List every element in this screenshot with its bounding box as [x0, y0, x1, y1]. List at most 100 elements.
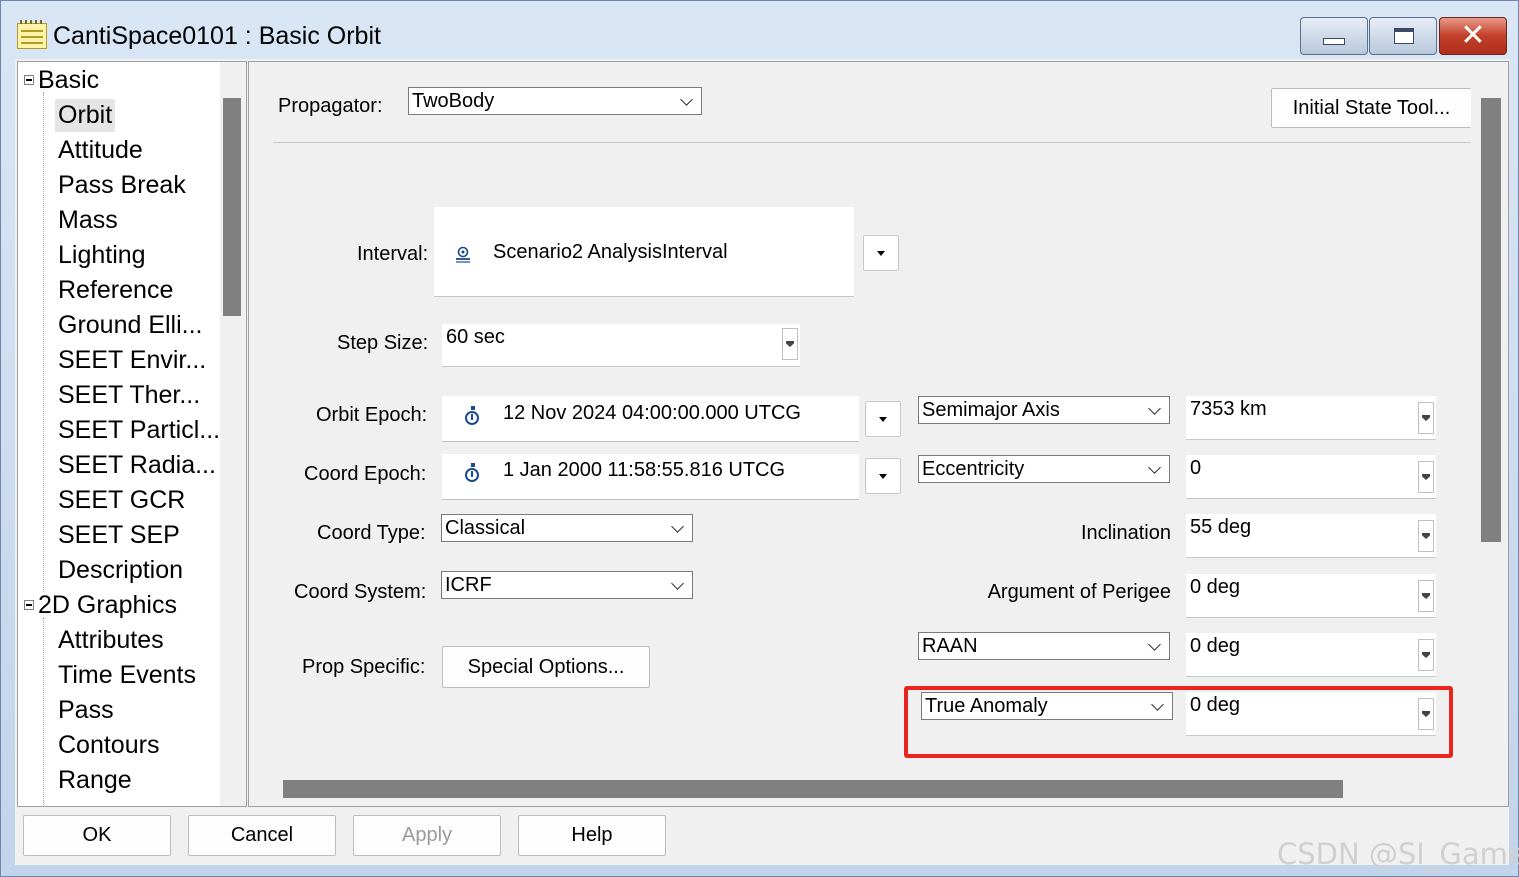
tree-item-attitude[interactable]: Attitude: [58, 134, 143, 167]
chevron-down-icon: [680, 93, 693, 106]
orbit-epoch-value: 12 Nov 2024 04:00:00.000 UTCG: [503, 402, 801, 424]
stopwatch-icon: [465, 463, 479, 482]
chevron-down-icon: [1148, 638, 1161, 651]
eccentricity-field[interactable]: 0: [1186, 455, 1436, 499]
units-spinner-icon[interactable]: [1418, 639, 1434, 671]
tree-item-seet-particle[interactable]: SEET Particl...: [58, 414, 220, 447]
step-size-label: Step Size:: [337, 332, 429, 354]
properties-tree[interactable]: Basic Orbit Attitude Pass Break Mass Lig…: [17, 61, 247, 807]
tree-item-reference[interactable]: Reference: [58, 274, 173, 307]
apply-button[interactable]: Apply: [353, 815, 501, 856]
collapse-icon[interactable]: [24, 75, 34, 85]
ok-button[interactable]: OK: [23, 815, 171, 856]
coord-system-select[interactable]: ICRF: [441, 571, 693, 599]
close-button[interactable]: ✕: [1439, 17, 1507, 55]
coord-system-label: Coord System:: [294, 581, 427, 603]
orbit-properties-window: CantiSpace0101 : Basic Orbit ✕ Basic Orb…: [0, 0, 1519, 877]
semimajor-axis-select-value: Semimajor Axis: [922, 399, 1060, 421]
tree-item-range[interactable]: Range: [58, 764, 132, 797]
prop-specific-label: Prop Specific:: [302, 656, 426, 678]
coord-epoch-dropdown-button[interactable]: [865, 458, 901, 494]
step-size-value: 60 sec: [446, 326, 505, 348]
orbit-panel: Propagator: TwoBody Initial State Tool..…: [248, 61, 1509, 807]
raan-select-value: RAAN: [922, 635, 978, 657]
cancel-button[interactable]: Cancel: [188, 815, 336, 856]
help-button[interactable]: Help: [518, 815, 666, 856]
tree-item-description[interactable]: Description: [58, 554, 183, 587]
units-spinner-icon[interactable]: [782, 328, 798, 360]
collapse-icon[interactable]: [24, 600, 34, 610]
tree-item-seet-thermal[interactable]: SEET Ther...: [58, 379, 200, 412]
orbit-epoch-label: Orbit Epoch:: [316, 404, 428, 426]
units-spinner-icon[interactable]: [1418, 520, 1434, 552]
tree-scrollbar-thumb[interactable]: [223, 98, 241, 316]
stopwatch-icon: [465, 406, 479, 425]
semimajor-axis-field[interactable]: 7353 km: [1186, 396, 1436, 440]
title-bar[interactable]: CantiSpace0101 : Basic Orbit ✕: [1, 1, 1518, 61]
tree-item-orbit[interactable]: Orbit: [55, 99, 116, 132]
coord-epoch-value: 1 Jan 2000 11:58:55.816 UTCG: [503, 459, 786, 481]
raan-value: 0 deg: [1190, 635, 1241, 657]
coord-epoch-field[interactable]: 1 Jan 2000 11:58:55.816 UTCG: [442, 454, 859, 500]
tree-item-lighting[interactable]: Lighting: [58, 239, 146, 272]
tree-item-ground-ellipses[interactable]: Ground Elli...: [58, 309, 203, 342]
interval-label: Interval:: [357, 243, 429, 265]
dialog-client: Basic Orbit Attitude Pass Break Mass Lig…: [15, 59, 1509, 865]
tree-item-seet-gcr[interactable]: SEET GCR: [58, 484, 185, 517]
raan-select[interactable]: RAAN: [918, 632, 1170, 660]
tree-item-seet-sep[interactable]: SEET SEP: [58, 519, 180, 552]
coord-type-select[interactable]: Classical: [441, 514, 693, 542]
tree-item-attributes[interactable]: Attributes: [58, 624, 164, 657]
vertical-scrollbar-thumb[interactable]: [1481, 98, 1501, 542]
tree-item-contours[interactable]: Contours: [58, 729, 159, 762]
close-icon: ✕: [1460, 19, 1486, 52]
units-spinner-icon[interactable]: [1418, 461, 1434, 493]
units-spinner-icon[interactable]: [1418, 580, 1434, 612]
maximize-icon: [1394, 28, 1414, 44]
raan-field[interactable]: 0 deg: [1186, 633, 1436, 677]
propagator-value: TwoBody: [412, 90, 495, 112]
minimize-icon: [1323, 38, 1345, 45]
tree-item-basic[interactable]: Basic: [38, 64, 99, 97]
propagator-select[interactable]: TwoBody: [408, 87, 702, 115]
eccentricity-select[interactable]: Eccentricity: [918, 455, 1170, 483]
semimajor-axis-select[interactable]: Semimajor Axis: [918, 396, 1170, 424]
orbit-epoch-dropdown-button[interactable]: [865, 401, 901, 437]
horizontal-scrollbar-thumb[interactable]: [283, 780, 1343, 798]
argument-of-perigee-field[interactable]: 0 deg: [1186, 574, 1436, 618]
watermark: CSDN @SI_Gamer: [1277, 837, 1519, 871]
panel-vertical-scrollbar[interactable]: [1477, 62, 1507, 806]
tree-item-seet-radiation[interactable]: SEET Radia...: [58, 449, 216, 482]
panel-horizontal-scrollbar[interactable]: [249, 774, 1477, 806]
inclination-label: Inclination: [1080, 522, 1171, 544]
tree-item-pass-break[interactable]: Pass Break: [58, 169, 186, 202]
units-spinner-icon[interactable]: [1418, 402, 1434, 434]
tree-item-time-events[interactable]: Time Events: [58, 659, 196, 692]
step-size-field[interactable]: 60 sec: [442, 324, 800, 367]
interval-box[interactable]: Scenario2 AnalysisInterval: [434, 207, 854, 297]
tree-item-pass[interactable]: Pass: [58, 694, 114, 727]
tree-item-2d-graphics[interactable]: 2D Graphics: [38, 589, 177, 622]
orbit-epoch-field[interactable]: 12 Nov 2024 04:00:00.000 UTCG: [442, 396, 859, 442]
coord-epoch-label: Coord Epoch:: [304, 463, 427, 485]
chevron-down-icon: [671, 520, 684, 533]
tree-item-mass[interactable]: Mass: [58, 204, 118, 237]
interval-value: Scenario2 AnalysisInterval: [493, 241, 728, 263]
initial-state-tool-button[interactable]: Initial State Tool...: [1271, 88, 1471, 128]
chevron-down-icon: [671, 577, 684, 590]
separator: [273, 142, 1471, 143]
tree-connector: [43, 617, 44, 806]
coord-type-label: Coord Type:: [317, 522, 426, 544]
minimize-button[interactable]: [1300, 17, 1368, 55]
special-options-button[interactable]: Special Options...: [442, 646, 650, 688]
coord-type-value: Classical: [445, 517, 526, 539]
interval-dropdown-button[interactable]: [863, 235, 899, 271]
interval-icon: [456, 246, 470, 263]
propagator-label: Propagator:: [278, 95, 383, 117]
tree-item-seet-environment[interactable]: SEET Envir...: [58, 344, 206, 377]
inclination-value: 55 deg: [1190, 516, 1252, 538]
argument-of-perigee-value: 0 deg: [1190, 576, 1241, 598]
maximize-button[interactable]: [1369, 17, 1437, 55]
tree-scrollbar[interactable]: [220, 62, 246, 806]
inclination-field[interactable]: 55 deg: [1186, 514, 1436, 558]
